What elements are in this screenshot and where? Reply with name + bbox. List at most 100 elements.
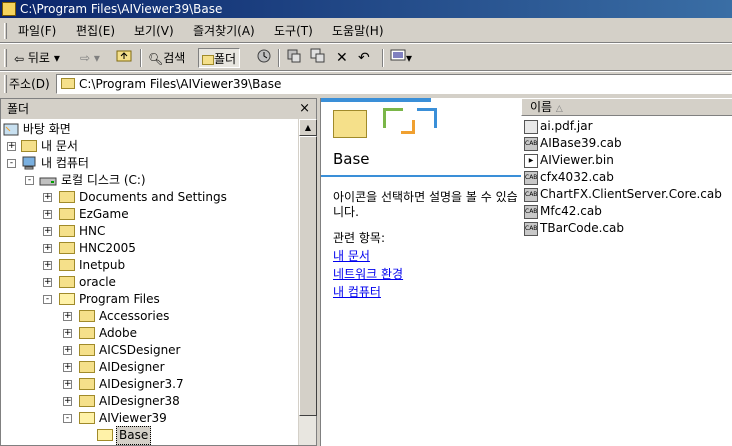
file-item[interactable]: CAB TBarCode.cab (524, 220, 624, 237)
tree-item-aiviewer39[interactable]: - AIViewer39 (1, 410, 291, 427)
scroll-thumb[interactable] (299, 136, 317, 416)
folder-icon (79, 361, 95, 373)
copy-to-button[interactable] (310, 48, 326, 68)
menu-view[interactable]: 보기(V) (134, 23, 174, 39)
tree-item-folder[interactable]: + Adobe (1, 325, 291, 342)
search-button[interactable]: 🔍︎검색 (148, 48, 185, 68)
expand-icon[interactable]: + (43, 278, 52, 287)
expand-icon[interactable]: + (43, 227, 52, 236)
file-item[interactable]: CAB Mfc42.cab (524, 203, 602, 220)
expand-icon[interactable]: + (43, 261, 52, 270)
expand-icon[interactable]: + (63, 397, 72, 406)
collapse-icon[interactable]: - (7, 159, 16, 168)
toolbar-separator (278, 49, 280, 67)
tree-item-folder[interactable]: + HNC2005 (1, 240, 291, 257)
tree-item-folder[interactable]: + AIDesigner (1, 359, 291, 376)
tree-item-label: oracle (79, 275, 116, 289)
menu-bar-grip[interactable] (4, 23, 7, 39)
file-name: TBarCode.cab (540, 221, 624, 235)
tree-item-folder[interactable]: + EzGame (1, 206, 291, 223)
address-value: C:\Program Files\AIViewer39\Base (79, 77, 282, 91)
back-arrow-icon: ⇦ (14, 51, 25, 66)
tree-item-label: HNC2005 (79, 241, 136, 255)
tree-vertical-scrollbar[interactable]: ▲ (298, 119, 317, 445)
tree-item-label: AIDesigner (99, 360, 165, 374)
copy-to-icon (310, 48, 325, 63)
tree-item-label: Base (116, 426, 152, 445)
file-item[interactable]: CAB cfx4032.cab (524, 169, 614, 186)
tree-item-folder[interactable]: + AIDesigner3.7 (1, 376, 291, 393)
expand-icon[interactable]: + (43, 193, 52, 202)
up-folder-button[interactable] (116, 48, 132, 68)
expand-icon[interactable]: + (63, 329, 72, 338)
menu-file[interactable]: 파일(F) (18, 23, 56, 39)
forward-button[interactable]: ⇨ ▾ (80, 48, 100, 68)
folder-icon (79, 378, 95, 390)
tree-item-folder[interactable]: + oracle (1, 274, 291, 291)
toolbar-grip[interactable] (4, 49, 7, 67)
collapse-icon[interactable]: - (63, 414, 72, 423)
folders-button[interactable]: 폴더 (198, 48, 241, 68)
folder-title: Base (333, 150, 370, 168)
collapse-icon[interactable]: - (43, 295, 52, 304)
history-button[interactable] (256, 48, 272, 68)
file-item[interactable]: ai.pdf.jar (524, 118, 593, 135)
cab-file-icon: CAB (524, 136, 538, 151)
folder-icon (79, 395, 95, 407)
tree-item-folder[interactable]: + AIDesigner38 (1, 393, 291, 410)
file-name: cfx4032.cab (540, 170, 614, 184)
expand-icon[interactable]: + (43, 210, 52, 219)
tree-item-my-documents[interactable]: + 내 문서 (1, 138, 291, 155)
tree-item-folder[interactable]: + Inetpub (1, 257, 291, 274)
collapse-icon[interactable]: - (25, 176, 34, 185)
close-icon[interactable]: × (299, 99, 310, 119)
toolbar-separator (382, 49, 384, 67)
move-to-icon (287, 49, 301, 63)
expand-icon[interactable]: + (63, 346, 72, 355)
back-dropdown-icon[interactable]: ▾ (54, 51, 60, 65)
address-bar-grip[interactable] (4, 75, 7, 93)
menu-help[interactable]: 도움말(H) (332, 23, 384, 39)
tree-item-desktop[interactable]: 바탕 화면 (3, 121, 71, 138)
tree-item-folder[interactable]: + Documents and Settings (1, 189, 291, 206)
link-network-places[interactable]: 네트워크 환경 (333, 265, 403, 282)
file-name: ChartFX.ClientServer.Core.cab (540, 187, 722, 201)
menu-favorites[interactable]: 즐겨찾기(A) (193, 23, 255, 39)
tree-item-program-files[interactable]: - Program Files (1, 291, 291, 308)
views-button[interactable]: ▾ (390, 48, 412, 68)
address-input[interactable]: C:\Program Files\AIViewer39\Base (56, 74, 732, 94)
back-button[interactable]: ⇦ 뒤로 ▾ (14, 48, 60, 68)
link-my-documents[interactable]: 내 문서 (333, 247, 370, 264)
tree-item-folder[interactable]: + AICSDesigner (1, 342, 291, 359)
link-my-computer[interactable]: 내 컴퓨터 (333, 283, 381, 300)
tree-item-local-disk[interactable]: - 로컬 디스크 (C:) (1, 172, 291, 189)
file-item[interactable]: ▶ AIViewer.bin (524, 152, 614, 169)
hard-drive-icon (39, 177, 57, 186)
delete-button[interactable]: ✕ (336, 48, 348, 68)
tree-item-base-selected[interactable]: Base (1, 426, 291, 445)
folder-tree: 바탕 화면 + 내 문서 - 내 컴퓨터 - 로컬 디스크 (C:) + Doc… (1, 119, 298, 445)
folder-icon (79, 310, 95, 322)
expand-icon[interactable]: + (63, 312, 72, 321)
header-decoration (401, 120, 415, 134)
file-item[interactable]: CAB AIBase39.cab (524, 135, 622, 152)
expand-icon[interactable]: + (63, 363, 72, 372)
tree-item-my-computer[interactable]: - 내 컴퓨터 (1, 155, 291, 172)
file-item[interactable]: CAB ChartFX.ClientServer.Core.cab (524, 186, 722, 203)
views-dropdown-icon[interactable]: ▾ (406, 51, 412, 65)
menu-tools[interactable]: 도구(T) (274, 23, 313, 39)
forward-dropdown-icon[interactable]: ▾ (94, 51, 100, 65)
tree-item-folder[interactable]: + Accessories (1, 308, 291, 325)
expand-icon[interactable]: + (7, 142, 16, 151)
undo-button[interactable]: ↶ (358, 48, 370, 68)
column-header-name[interactable]: 이름 △ (521, 98, 732, 116)
expand-icon[interactable]: + (43, 244, 52, 253)
folder-icon (59, 276, 75, 288)
window-title-bar[interactable]: C:\Program Files\AIViewer39\Base (0, 0, 732, 18)
expand-icon[interactable]: + (63, 380, 72, 389)
file-name: ai.pdf.jar (540, 119, 593, 133)
tree-item-folder[interactable]: + HNC (1, 223, 291, 240)
scroll-up-icon[interactable]: ▲ (299, 119, 317, 136)
move-to-button[interactable] (286, 48, 302, 68)
menu-edit[interactable]: 편집(E) (76, 23, 115, 39)
